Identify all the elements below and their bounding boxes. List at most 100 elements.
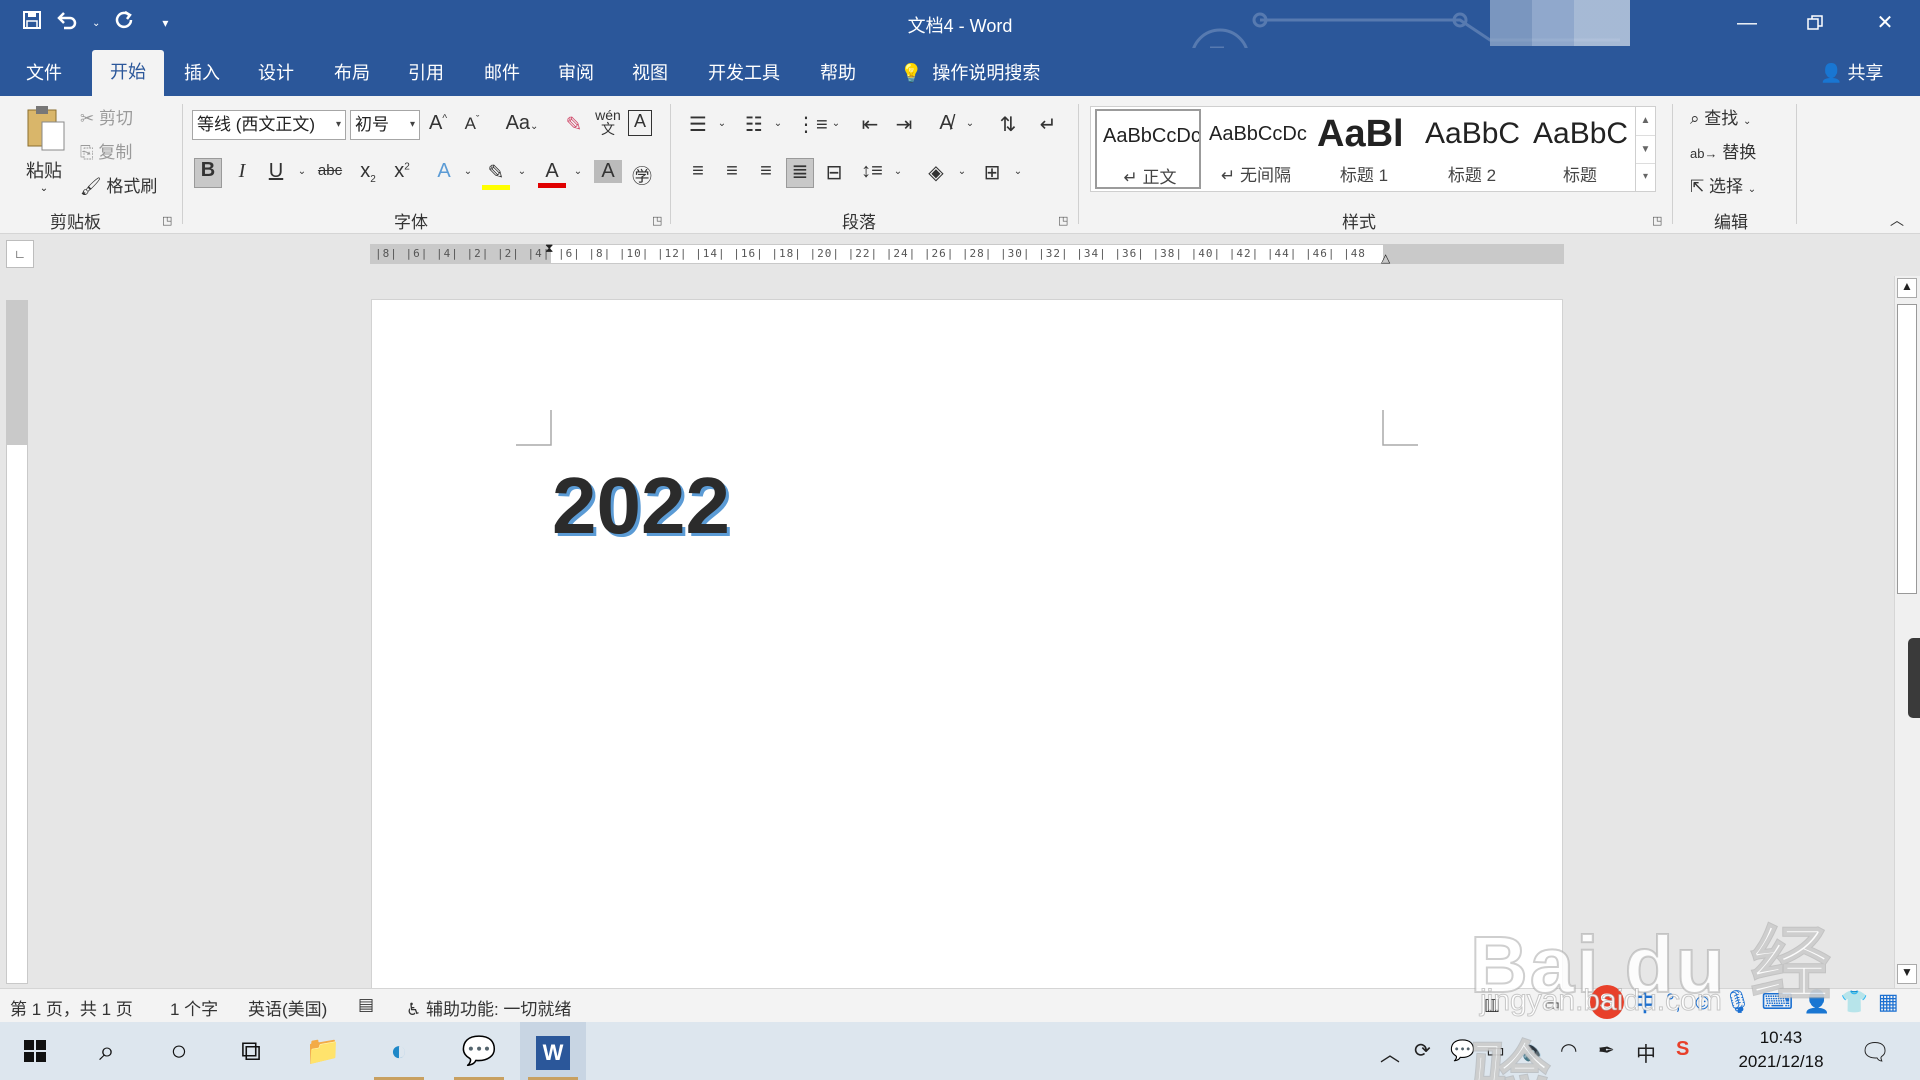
paste-dropdown-icon[interactable]: ⌄	[18, 183, 70, 194]
style-no-spacing[interactable]: AaBbCcDc ↵ 无间隔	[1203, 109, 1309, 189]
style-normal[interactable]: AaBbCcDc ↵ 正文	[1095, 109, 1201, 189]
align-center-icon[interactable]: ≡	[718, 160, 746, 183]
chevron-down-icon[interactable]: ▼	[1636, 135, 1655, 163]
distributed-icon[interactable]: ⊟	[820, 160, 848, 185]
close-icon[interactable]: ✕	[1862, 8, 1908, 38]
vertical-ruler[interactable]	[6, 300, 28, 984]
style-heading-1[interactable]: AaBl 标题 1	[1311, 109, 1417, 189]
strikethrough-icon[interactable]: abc	[316, 162, 344, 179]
document-text[interactable]: 2022	[552, 460, 730, 552]
ime-punctuation[interactable]: °,	[1666, 989, 1681, 1015]
bullets-dropdown-icon[interactable]: ⌄	[708, 118, 736, 129]
tab-developer[interactable]: 开发工具	[690, 58, 798, 96]
language-status[interactable]: 英语(美国)	[248, 995, 327, 1020]
underline-icon[interactable]: U	[262, 160, 290, 183]
superscript-icon[interactable]: x2	[388, 160, 416, 183]
ime-mode[interactable]: 中	[1634, 986, 1656, 1018]
styles-scroll[interactable]: ▲ ▼ ▾	[1635, 107, 1655, 191]
show-hide-icon[interactable]: ↵	[1034, 112, 1062, 137]
borders-icon[interactable]: ⊞	[978, 160, 1006, 185]
edge-icon[interactable]: ◐	[366, 1022, 432, 1080]
restore-icon[interactable]	[1792, 8, 1838, 38]
borders-dropdown-icon[interactable]: ⌄	[1004, 166, 1032, 177]
page-count[interactable]: 第 1 页，共 1 页	[10, 995, 133, 1020]
line-spacing-dropdown-icon[interactable]: ⌄	[884, 166, 912, 177]
pen-icon[interactable]: ✒	[1598, 1038, 1615, 1063]
more-styles-icon[interactable]: ▾	[1636, 163, 1655, 189]
vertical-scrollbar[interactable]: ▲ ▼	[1894, 276, 1920, 988]
toolbox-icon[interactable]: ▦	[1878, 989, 1899, 1015]
microphone-icon[interactable]: 🎙	[1723, 989, 1751, 1015]
tab-review[interactable]: 审阅	[540, 58, 612, 96]
tab-layout[interactable]: 布局	[316, 58, 388, 96]
system-clock[interactable]: 10:43 2021/12/18	[1726, 1026, 1836, 1074]
tab-home[interactable]: 开始	[92, 50, 164, 96]
multilevel-dropdown-icon[interactable]: ⌄	[822, 118, 850, 129]
tab-design[interactable]: 设计	[240, 58, 312, 96]
text-effects-dropdown-icon[interactable]: ⌄	[454, 166, 482, 177]
sort-icon[interactable]: ⇅	[994, 112, 1022, 137]
highlight-dropdown-icon[interactable]: ⌄	[508, 166, 536, 177]
underline-dropdown-icon[interactable]: ⌄	[288, 166, 316, 177]
shrink-font-icon[interactable]: Aˇ	[458, 114, 486, 134]
document-page[interactable]: 2022	[372, 300, 1562, 990]
right-indent-marker-icon[interactable]: △	[1381, 251, 1390, 265]
subscript-icon[interactable]: x2	[354, 160, 382, 185]
tab-selector[interactable]: ∟	[6, 240, 34, 268]
find-button[interactable]: ⌕ 查找 ⌄	[1690, 104, 1751, 129]
line-spacing-icon[interactable]: ↕≡	[858, 160, 886, 183]
word-count[interactable]: 1 个字	[170, 995, 218, 1020]
indent-marker-icon[interactable]: ⧗	[545, 241, 553, 256]
notification-icon[interactable]: 🗨	[1860, 1038, 1890, 1067]
sogou-tray-icon[interactable]: S	[1676, 1038, 1689, 1061]
tab-help[interactable]: 帮助	[802, 58, 874, 96]
tab-insert[interactable]: 插入	[166, 58, 238, 96]
wechat-icon[interactable]: 💬	[446, 1022, 512, 1080]
sync-icon[interactable]: ⟳	[1414, 1038, 1431, 1063]
word-icon[interactable]: W	[520, 1022, 586, 1080]
collapse-ribbon-icon[interactable]: ︿	[1890, 210, 1904, 230]
volume-icon[interactable]: 🔈	[1522, 1038, 1547, 1063]
macro-recording-icon[interactable]: ▤	[358, 995, 374, 1015]
font-color-icon[interactable]: A	[538, 160, 566, 188]
italic-icon[interactable]: I	[228, 160, 256, 183]
font-name-combo[interactable]: 等线 (西文正文) ▾	[192, 110, 346, 140]
sogou-logo-icon[interactable]: S	[1590, 985, 1624, 1019]
print-layout-icon[interactable]: ▭	[1544, 995, 1560, 1015]
increase-indent-icon[interactable]: ⇥	[890, 112, 918, 137]
shading-icon[interactable]: ◈	[922, 160, 950, 185]
styles-launcher-icon[interactable]: ◳	[1652, 214, 1662, 227]
highlight-icon[interactable]: ✎	[482, 160, 510, 190]
battery-icon[interactable]: ▭	[1486, 1038, 1505, 1063]
cortana-icon[interactable]: ○	[146, 1022, 212, 1080]
align-right-icon[interactable]: ≡	[752, 160, 780, 183]
grow-font-icon[interactable]: A^	[424, 112, 452, 135]
bold-icon[interactable]: B	[194, 158, 222, 188]
shading-dropdown-icon[interactable]: ⌄	[948, 166, 976, 177]
scroll-thumb[interactable]	[1897, 304, 1917, 594]
paragraph-launcher-icon[interactable]: ◳	[1058, 214, 1068, 227]
horizontal-ruler[interactable]: |8| |6| |4| |2| |2| |4| |6| |8| |10| |12…	[370, 241, 1564, 265]
skin-icon[interactable]: 👕	[1841, 989, 1868, 1015]
task-view-icon[interactable]: ⧉	[218, 1022, 284, 1080]
read-mode-icon[interactable]: ▥	[1484, 995, 1500, 1015]
enclose-characters-icon[interactable]: ㊫	[628, 160, 656, 189]
wifi-icon[interactable]: ◠	[1560, 1038, 1577, 1063]
character-shading-icon[interactable]: A	[594, 160, 622, 183]
format-painter-button[interactable]: 🖌 格式刷	[80, 172, 157, 197]
style-title[interactable]: AaBbC 标题	[1527, 109, 1633, 189]
chevron-up-icon[interactable]: ︿	[1380, 1038, 1400, 1067]
style-heading-2[interactable]: AaBbC 标题 2	[1419, 109, 1525, 189]
accessibility-status[interactable]: ♿ 辅助功能: 一切就绪	[406, 995, 571, 1020]
minimize-icon[interactable]: —	[1724, 8, 1770, 38]
clear-formatting-icon[interactable]: ✎	[560, 112, 588, 137]
windows-start-icon[interactable]	[2, 1022, 68, 1080]
font-color-dropdown-icon[interactable]: ⌄	[564, 166, 592, 177]
align-left-icon[interactable]: ≡	[684, 160, 712, 183]
clipboard-launcher-icon[interactable]: ◳	[162, 214, 172, 227]
chevron-up-icon[interactable]: ▲	[1636, 107, 1655, 135]
keyboard-icon[interactable]: ⌨	[1761, 989, 1793, 1015]
tab-mailings[interactable]: 邮件	[466, 58, 538, 96]
search-icon[interactable]: ⌕	[74, 1022, 140, 1080]
scroll-down-icon[interactable]: ▼	[1897, 964, 1917, 984]
